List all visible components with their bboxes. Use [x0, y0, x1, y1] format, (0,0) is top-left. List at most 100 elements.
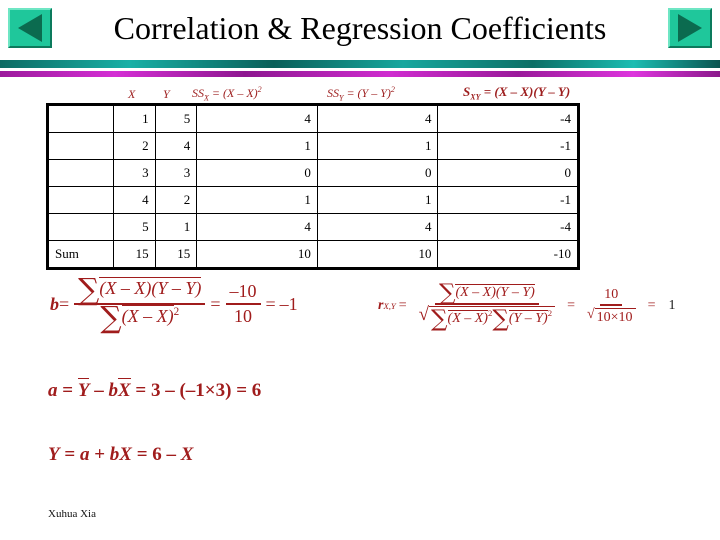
equation-y-minus: – [166, 444, 177, 465]
header-sxy: SXY = (X – X)(Y – Y) [463, 84, 570, 102]
equation-b-equals-2: = [210, 293, 221, 314]
equation-a-lhs: a [48, 380, 58, 401]
equation-b: b = ∑(X – X)(Y – Y) ∑(X – X)2 = –10 10 =… [50, 275, 298, 333]
cell-y: 1 [154, 213, 198, 241]
cell-y: 3 [154, 159, 198, 187]
table-body: 1 5 4 4 -4 2 4 1 1 -1 3 3 0 0 0 4 2 1 1 [47, 104, 579, 269]
cell-ssy: 4 [316, 213, 439, 241]
header-ssx: SSX = (X – X)2 [192, 85, 262, 102]
equation-b-denominator-exponent: 2 [173, 306, 180, 319]
sigma-icon: ∑ [78, 272, 100, 308]
header-ssy-sup: 2 [390, 84, 395, 94]
cell-x: 5 [112, 213, 156, 241]
cell-ssy: 1 [316, 132, 439, 160]
equation-r-den-body-1: (X – X) [447, 310, 489, 327]
equation-y-x-symbol: X [119, 444, 132, 465]
header-sxy-body: = (X – X)(Y – Y) [480, 84, 571, 100]
equation-r-numerator-body: (X – X)(Y – Y) [455, 283, 536, 300]
equation-y-equals-1: = [64, 444, 76, 465]
cell-ssy: 0 [316, 159, 439, 187]
equation-r-denominator: √ ∑(X – X)2∑(Y – Y)2 [415, 304, 559, 331]
equation-b-numerator-body: (X – X)(Y – Y) [99, 276, 202, 298]
equation-y-b-symbol: b [109, 444, 120, 465]
equation-r-den-sup-2: 2 [547, 308, 553, 319]
equation-a-result: 6 [251, 380, 262, 401]
cell-ssy: 1 [316, 186, 439, 214]
header-y: Y [163, 87, 170, 101]
cell-x: 4 [112, 186, 156, 214]
equation-a-paren-expression: (–1×3) [179, 380, 232, 401]
radical-body: 10×10 [594, 307, 636, 326]
radical-sign: √ [418, 304, 430, 326]
equation-b-equals-3: = [265, 293, 276, 314]
table-row-sum: Sum 15 15 10 10 -10 [47, 240, 579, 269]
cell-ssx: 1 [196, 132, 318, 160]
cell-sxy: -4 [437, 213, 579, 241]
equation-r-equals-1: = [398, 298, 407, 314]
cell-sxy: 0 [437, 159, 579, 187]
cell-ssx: 4 [196, 104, 318, 133]
table-row: 2 4 1 1 -1 [47, 132, 579, 160]
equation-b-fraction: ∑(X – X)(Y – Y) ∑(X – X)2 [74, 275, 206, 333]
cell-sxy: -1 [437, 186, 579, 214]
cell-ssy: 4 [316, 104, 439, 133]
cell-label [47, 104, 114, 133]
equation-a-value-1: 3 [150, 380, 161, 401]
equation-r-value-denominator: √ 10×10 [583, 306, 640, 326]
equation-a-minus: – [94, 380, 104, 401]
next-slide-button[interactable] [668, 8, 712, 48]
equation-y-a-symbol: a [79, 444, 90, 465]
equation-b-equals-1: = [59, 293, 70, 314]
cell-label [47, 186, 114, 214]
equation-r-den-body-2: (Y – Y) [508, 310, 548, 327]
cell-y: 4 [154, 132, 198, 160]
cell-ssy: 10 [316, 240, 439, 269]
equation-y-plus: + [94, 444, 106, 465]
cell-y: 5 [154, 104, 198, 133]
equation-a-minus-2: – [165, 380, 175, 401]
correlation-data-table: 1 5 4 4 -4 2 4 1 1 -1 3 3 0 0 0 4 2 1 1 [46, 103, 580, 270]
equation-y-lhs: Y [48, 444, 60, 465]
cell-label [47, 213, 114, 241]
cell-x: 2 [112, 132, 156, 160]
cell-ssx: 1 [196, 186, 318, 214]
radical-sign: √ [586, 306, 595, 322]
equation-r-value-fraction: 10 √ 10×10 [583, 287, 640, 326]
sigma-icon: ∑ [492, 306, 509, 333]
header-x: X [128, 87, 136, 101]
triangle-left-icon [18, 14, 42, 42]
triangle-right-icon [678, 14, 702, 42]
equation-b-lhs: b [50, 293, 59, 314]
cell-x: 3 [112, 159, 156, 187]
equation-b-value-denominator: 10 [234, 306, 253, 327]
cell-sxy: -1 [437, 132, 579, 160]
cell-ssx: 10 [196, 240, 318, 269]
equation-b-denominator-body: (X – X) [121, 304, 174, 327]
cell-label [47, 159, 114, 187]
equation-b-denominator: ∑(X – X)2 [96, 303, 183, 333]
square-root-icon: √ 10×10 [586, 306, 636, 326]
equation-b-value-fraction: –10 10 [225, 281, 261, 327]
equation-a-ybar: Y [77, 378, 90, 401]
cell-x: 15 [112, 240, 156, 269]
equation-a-b-symbol: b [108, 380, 118, 401]
cell-label: Sum [47, 240, 114, 269]
sigma-icon: ∑ [431, 306, 448, 333]
equation-r-lhs-sub: X,Y [383, 301, 396, 312]
table-row: 5 1 4 4 -4 [47, 213, 579, 241]
table-row: 4 2 1 1 -1 [47, 186, 579, 214]
equation-r-fraction: ∑(X – X)(Y – Y) √ ∑(X – X)2∑(Y – Y)2 [415, 281, 559, 331]
header-ssy-lead: SS [327, 85, 339, 100]
header-ssx-sup: 2 [257, 84, 262, 94]
header-ssy: SSY = (Y – Y)2 [327, 85, 395, 102]
divider-magenta [0, 71, 720, 77]
equation-y-equals-2: = [136, 444, 148, 465]
equation-r-equals-2: = [567, 298, 575, 314]
equation-y-value: 6 [152, 444, 162, 465]
cell-ssx: 4 [196, 213, 318, 241]
equation-b-result: –1 [279, 293, 298, 314]
previous-slide-button[interactable] [8, 8, 52, 48]
equation-b-value-numerator: –10 [225, 281, 261, 306]
equation-a-equals-1: = [62, 380, 74, 401]
table-column-headers: X Y SSX = (X – X)2 SSY = (Y – Y)2 SXY = … [46, 80, 580, 102]
